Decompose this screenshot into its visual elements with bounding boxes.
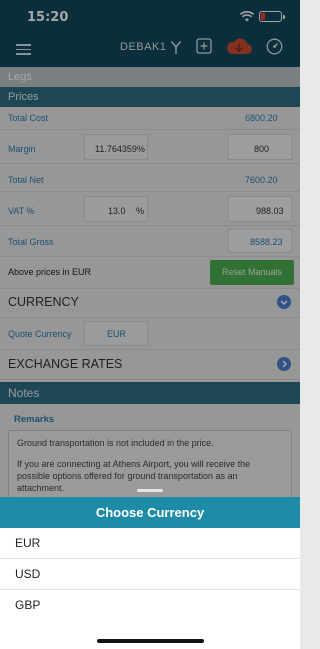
choose-currency-sheet: Choose Currency EUR USD GBP (0, 497, 300, 649)
currency-option-eur[interactable]: EUR (0, 528, 300, 559)
sheet-grabber[interactable] (137, 489, 163, 492)
sheet-title: Choose Currency (0, 497, 300, 528)
home-indicator[interactable] (97, 639, 204, 643)
currency-option-usd[interactable]: USD (0, 559, 300, 590)
currency-option-gbp[interactable]: GBP (0, 590, 300, 621)
